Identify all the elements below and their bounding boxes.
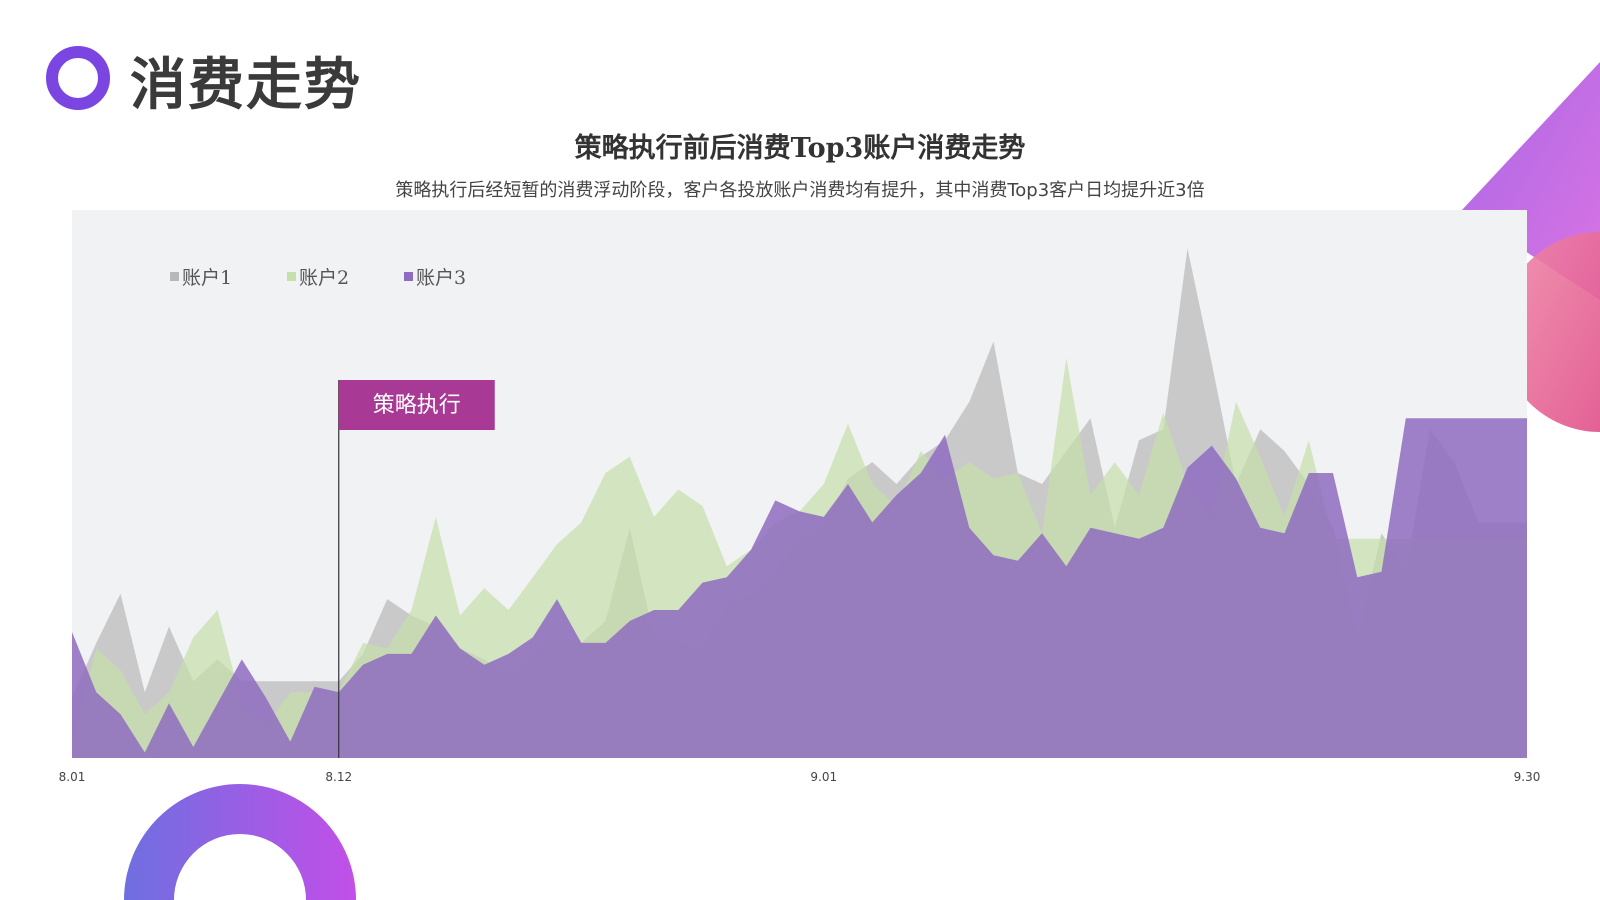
x-tick-label: 8.12 (325, 770, 352, 784)
area-chart: 策略执行 账户1 账户2 账户3 8.01 8.12 9.01 9.30 (59, 210, 1541, 784)
legend-label-2: 账户2 (299, 267, 349, 289)
legend: 账户1 账户2 账户3 (170, 267, 466, 289)
legend-label-1: 账户1 (182, 267, 232, 289)
legend-swatch-3 (404, 272, 413, 281)
x-tick-label: 9.01 (810, 770, 837, 784)
x-tick-label: 9.30 (1514, 770, 1541, 784)
x-axis-ticks: 8.01 8.12 9.01 9.30 (59, 770, 1541, 784)
legend-swatch-2 (287, 272, 296, 281)
legend-swatch-1 (170, 272, 179, 281)
legend-label-3: 账户3 (416, 267, 466, 289)
annotation-flag-label: 策略执行 (373, 393, 461, 418)
x-tick-label: 8.01 (59, 770, 86, 784)
